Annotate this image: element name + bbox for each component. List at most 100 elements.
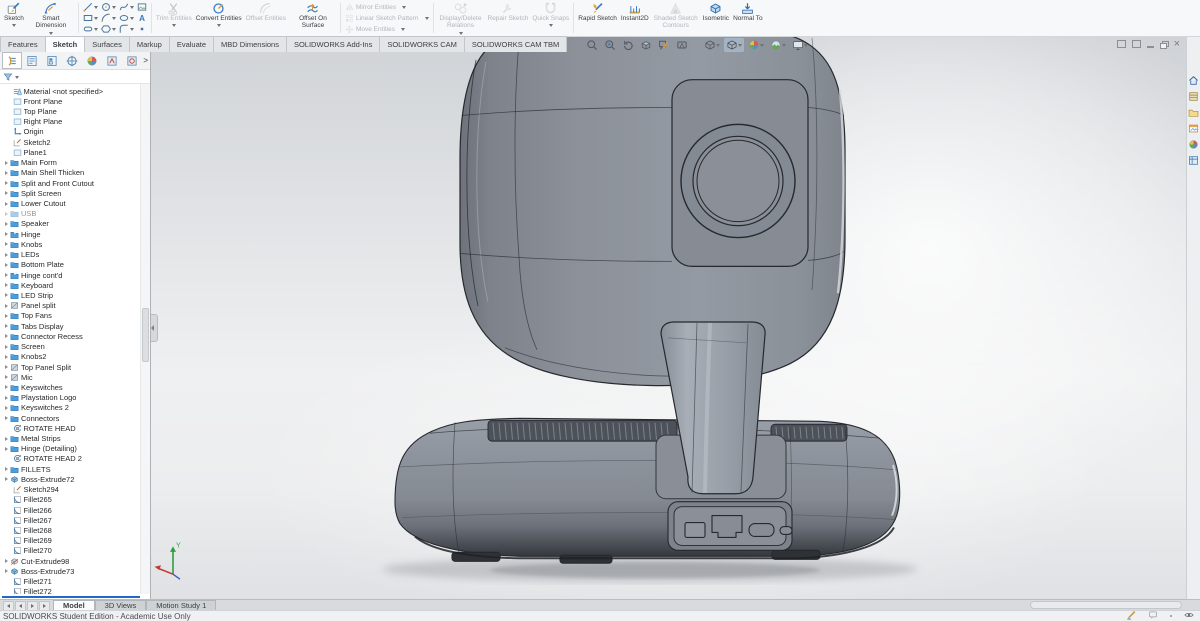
expand-caret-icon[interactable] <box>5 314 8 318</box>
tree-scrollbar-thumb[interactable] <box>142 308 149 362</box>
close-icon[interactable]: × <box>1174 40 1180 49</box>
model-base[interactable] <box>395 418 900 563</box>
port-panel[interactable] <box>668 502 792 551</box>
expand-caret-icon[interactable] <box>5 222 8 226</box>
tab-bar-slider[interactable] <box>1030 601 1182 609</box>
tree-item-tabs-display[interactable]: Tabs Display <box>0 321 141 331</box>
view-palette-button[interactable] <box>1188 122 1200 134</box>
tree-item-split-screen[interactable]: Split Screen <box>0 188 141 198</box>
tree-item-hinge[interactable]: Hinge <box>0 229 141 239</box>
tree-item-fillet267[interactable]: Fillet267 <box>0 515 141 525</box>
tree-item-material-not-specified[interactable]: Material <not specified> <box>0 86 141 96</box>
cmd-shaded-sketch-contours[interactable]: Shaded Sketch Contours <box>651 0 701 36</box>
tab-features[interactable]: Features <box>0 36 45 52</box>
tool-t-point[interactable] <box>136 24 148 34</box>
expand-caret-icon[interactable] <box>5 304 8 308</box>
tool-t-ellipse[interactable] <box>118 13 136 23</box>
tab-sketch[interactable]: Sketch <box>45 36 85 52</box>
tree-item-boss-extrude72[interactable]: Boss-Extrude72 <box>0 474 141 484</box>
tree-item-knobs2[interactable]: Knobs2 <box>0 352 141 362</box>
tree-item-playstation-logo[interactable]: Playstation Logo <box>0 393 141 403</box>
tab-markup[interactable]: Markup <box>129 36 169 52</box>
tree-item-sketch2[interactable]: Sketch2 <box>0 137 141 147</box>
3d-drawing-view-button[interactable] <box>674 38 690 52</box>
display-style-button[interactable] <box>724 38 744 52</box>
cmd-linear-sketch-pattern[interactable]: Linear Sketch Pattern <box>345 13 429 23</box>
dynamic-annotation-views-button[interactable] <box>656 38 672 52</box>
apply-scene-button[interactable] <box>768 38 788 52</box>
window-pane-icon[interactable] <box>1117 40 1126 48</box>
expand-caret-icon[interactable] <box>5 345 8 349</box>
tool-t-rect[interactable] <box>82 13 100 23</box>
tab-evaluate[interactable]: Evaluate <box>169 36 213 52</box>
cmd-convert-entities[interactable]: Convert Entities <box>194 0 244 36</box>
cmd-instant2d[interactable]: Instant2D <box>619 0 651 36</box>
tab-solidworks-cam-tbm[interactable]: SOLIDWORKS CAM TBM <box>464 36 567 52</box>
cmd-offset-on-surface[interactable]: Offset On Surface <box>288 0 338 36</box>
tree-item-main-shell-thicken[interactable]: Main Shell Thicken <box>0 168 141 178</box>
fm-tab-cam-feature-tree[interactable] <box>102 52 122 69</box>
fm-tab-display-manager[interactable] <box>82 52 102 69</box>
tree-item-fillet271[interactable]: Fillet271 <box>0 577 141 587</box>
fm-tab-featuremanager-tree[interactable] <box>2 52 22 69</box>
expand-caret-icon[interactable] <box>5 467 8 471</box>
expand-caret-icon[interactable] <box>5 355 8 359</box>
tree-item-rotate-head-2[interactable]: ROTATE HEAD 2 <box>0 454 141 464</box>
tree-item-keyboard[interactable]: Keyboard <box>0 280 141 290</box>
zoom-to-area-button[interactable] <box>602 38 618 52</box>
cmd-mirror-entities[interactable]: Mirror Entities <box>345 2 429 12</box>
tool-t-sfillet[interactable] <box>118 24 136 34</box>
expand-caret-icon[interactable] <box>5 171 8 175</box>
tree-item-fillet266[interactable]: Fillet266 <box>0 505 141 515</box>
expand-caret-icon[interactable] <box>5 202 8 206</box>
tree-item-fillet272[interactable]: Fillet272 <box>0 587 141 594</box>
tool-t-text[interactable]: A <box>136 13 148 23</box>
expand-caret-icon[interactable] <box>5 324 8 328</box>
appearances-scenes-button[interactable] <box>1188 138 1200 150</box>
3d-viewport[interactable]: Y X <box>150 36 1186 600</box>
tree-item-top-fans[interactable]: Top Fans <box>0 311 141 321</box>
tree-item-main-form[interactable]: Main Form <box>0 158 141 168</box>
expand-caret-icon[interactable] <box>5 212 8 216</box>
tree-item-connectors[interactable]: Connectors <box>0 413 141 423</box>
tree-item-screen[interactable]: Screen <box>0 341 141 351</box>
cmd-move-entities[interactable]: Move Entities <box>345 24 429 34</box>
tab-mbd-dimensions[interactable]: MBD Dimensions <box>213 36 286 52</box>
expand-caret-icon[interactable] <box>5 293 8 297</box>
tool-t-picture[interactable] <box>136 2 148 12</box>
home-button[interactable] <box>1188 74 1200 86</box>
expand-caret-icon[interactable] <box>5 191 8 195</box>
tool-t-polygon[interactable] <box>100 24 118 34</box>
tool-t-spline[interactable] <box>118 2 136 12</box>
featuremanager-splitter[interactable] <box>150 314 158 342</box>
tree-item-lower-cutout[interactable]: Lower Cutout <box>0 198 141 208</box>
cmd-isometric[interactable]: Isometric <box>701 0 731 36</box>
rollback-bar[interactable] <box>2 596 140 599</box>
expand-caret-icon[interactable] <box>5 334 8 338</box>
fm-tab-property-manager[interactable] <box>22 52 42 69</box>
tree-item-fillet268[interactable]: Fillet268 <box>0 525 141 535</box>
tree-item-leds[interactable]: LEDs <box>0 250 141 260</box>
view-settings-button[interactable] <box>790 38 810 52</box>
tree-item-mic[interactable]: Mic <box>0 372 141 382</box>
tree-item-hinge-cont-d[interactable]: Hinge cont'd <box>0 270 141 280</box>
tree-item-front-plane[interactable]: Front Plane <box>0 96 141 106</box>
tree-item-top-plane[interactable]: Top Plane <box>0 106 141 116</box>
expand-caret-icon[interactable] <box>5 559 8 563</box>
cmd-sketch[interactable]: Sketch <box>2 0 26 36</box>
tree-item-speaker[interactable]: Speaker <box>0 219 141 229</box>
section-view-button[interactable] <box>638 38 654 52</box>
tree-filter-row[interactable] <box>0 70 150 84</box>
expand-caret-icon[interactable] <box>5 569 8 573</box>
expand-caret-icon[interactable] <box>5 253 8 257</box>
expand-caret-icon[interactable] <box>5 406 8 410</box>
tree-item-bottom-plate[interactable]: Bottom Plate <box>0 260 141 270</box>
design-library-button[interactable] <box>1188 90 1200 102</box>
cmd-offset-entities[interactable]: Offset Entities <box>244 0 288 36</box>
tree-scrollbar[interactable] <box>140 84 150 594</box>
cmd-quick-snaps[interactable]: Quick Snaps <box>530 0 571 36</box>
tree-item-boss-extrude73[interactable]: Boss-Extrude73 <box>0 566 141 576</box>
tree-item-top-panel-split[interactable]: Top Panel Split <box>0 362 141 372</box>
tree-item-rotate-head[interactable]: ROTATE HEAD <box>0 423 141 433</box>
expand-caret-icon[interactable] <box>5 385 8 389</box>
